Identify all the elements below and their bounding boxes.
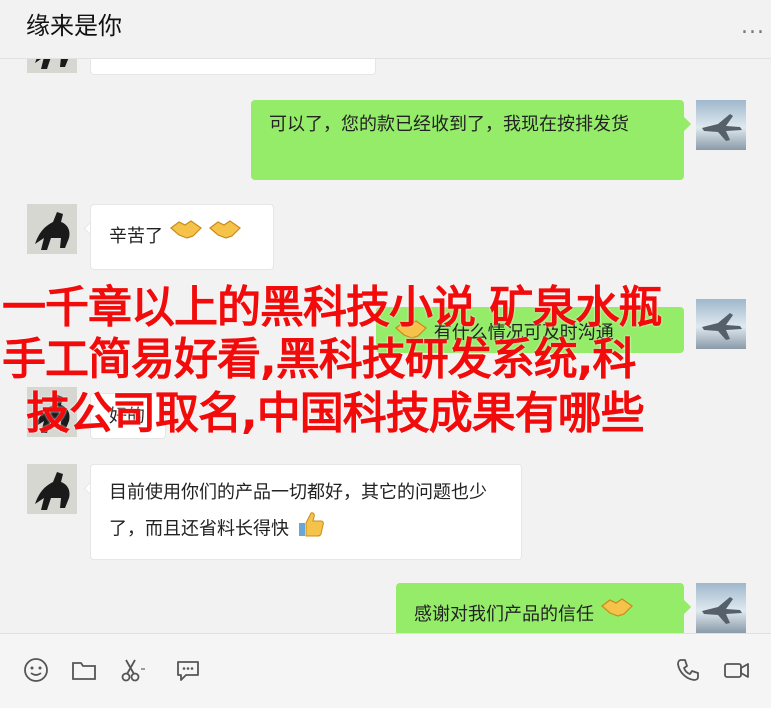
more-options-button[interactable]: ...	[741, 14, 765, 39]
contact-avatar[interactable]	[27, 59, 77, 73]
overlay-line-1: 一千章以上的黑科技小说 矿泉水瓶	[2, 282, 662, 333]
my-avatar[interactable]	[696, 299, 746, 349]
message-bubble-received: 辛苦了	[90, 204, 274, 270]
overlay-line-3: 技公司取名,中国科技成果有哪些	[26, 388, 645, 439]
input-toolbar	[0, 633, 771, 708]
message-bubble-received: 目前使用你们的产品一切都好，其它的问题也少了，而且还省料长得快	[90, 464, 522, 560]
handshake-icon	[169, 214, 203, 260]
contact-avatar[interactable]	[27, 464, 77, 514]
scissors-icon[interactable]	[118, 656, 146, 684]
message-text: 可以了，您的款已经收到了，我现在按排发货	[269, 114, 629, 135]
folder-icon[interactable]	[70, 656, 98, 684]
thumbs-up-icon	[295, 509, 325, 550]
handshake-icon	[208, 214, 242, 260]
phone-icon[interactable]	[674, 656, 702, 684]
chat-header: 缘来是你 ...	[0, 0, 771, 59]
chat-title: 缘来是你	[26, 12, 122, 40]
my-avatar[interactable]	[696, 100, 746, 150]
handshake-icon	[600, 592, 634, 633]
message-text: 辛苦了	[109, 226, 163, 247]
overlay-line-2: 手工简易好看,黑科技研发系统,科	[2, 334, 636, 385]
contact-avatar[interactable]	[27, 204, 77, 254]
message-bubble-sent: 感谢对我们产品的信任	[396, 583, 684, 633]
message-bubble-partial	[90, 59, 376, 75]
message-text: 感谢对我们产品的信任	[414, 604, 594, 625]
message-bubble-sent: 可以了，您的款已经收到了，我现在按排发货	[251, 100, 684, 180]
my-avatar[interactable]	[696, 583, 746, 633]
emoji-icon[interactable]	[22, 656, 50, 684]
video-icon[interactable]	[722, 656, 750, 684]
chat-bubble-icon[interactable]	[174, 656, 202, 684]
